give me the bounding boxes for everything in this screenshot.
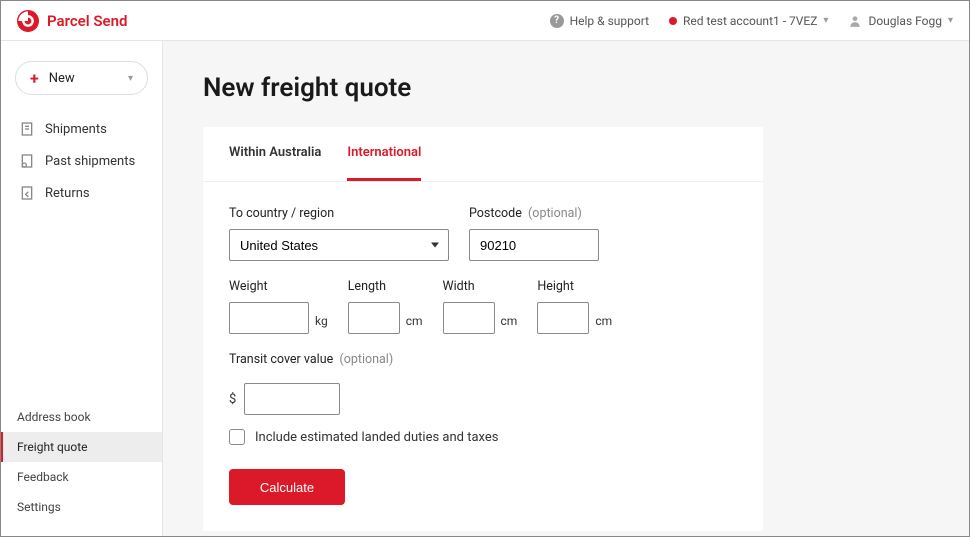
sidebar: + New ▾ Shipments Past shipments Returns… <box>1 41 163 536</box>
weight-unit: kg <box>315 314 328 334</box>
help-label: Help & support <box>570 14 649 28</box>
tabs: Within Australia International <box>203 127 763 182</box>
length-label: Length <box>348 279 423 294</box>
duties-checkbox-row[interactable]: Include estimated landed duties and taxe… <box>229 429 737 445</box>
sidebar-item-shipments[interactable]: Shipments <box>1 113 162 145</box>
sidebar-item-label: Shipments <box>45 122 107 137</box>
sidebar-item-label: Returns <box>45 186 90 201</box>
user-menu[interactable]: Douglas Fogg ▾ <box>848 14 953 28</box>
height-unit: cm <box>595 314 612 334</box>
postcode-field: Postcode (optional) <box>469 206 599 261</box>
country-select[interactable]: United States <box>229 229 449 261</box>
page-title: New freight quote <box>203 73 929 103</box>
help-support-link[interactable]: ? Help & support <box>550 14 649 28</box>
weight-label: Weight <box>229 279 328 294</box>
height-field: Height cm <box>537 279 612 334</box>
document-icon <box>19 121 35 137</box>
sidebar-item-label: Past shipments <box>45 154 135 169</box>
new-button[interactable]: + New ▾ <box>15 61 148 95</box>
new-label: New <box>39 71 128 86</box>
brand[interactable]: Parcel Send <box>17 10 127 32</box>
user-icon <box>848 14 862 28</box>
length-field: Length cm <box>348 279 423 334</box>
width-input[interactable] <box>443 302 495 334</box>
transit-cover-input[interactable] <box>244 383 340 415</box>
sidebar-item-settings[interactable]: Settings <box>1 492 162 522</box>
postcode-input[interactable] <box>469 229 599 261</box>
brand-logo-icon <box>17 10 39 32</box>
weight-field: Weight kg <box>229 279 328 334</box>
quote-card: Within Australia International To countr… <box>203 127 763 531</box>
tab-international[interactable]: International <box>347 127 421 181</box>
checkbox-icon <box>229 429 245 445</box>
sidebar-item-address-book[interactable]: Address book <box>1 402 162 432</box>
brand-name: Parcel Send <box>47 12 127 30</box>
tab-within-australia[interactable]: Within Australia <box>229 127 321 181</box>
length-input[interactable] <box>348 302 400 334</box>
postcode-label: Postcode (optional) <box>469 206 599 221</box>
sidebar-bottom-nav: Address book Freight quote Feedback Sett… <box>1 402 162 536</box>
account-status-dot-icon <box>669 17 677 25</box>
sidebar-item-past-shipments[interactable]: Past shipments <box>1 145 162 177</box>
currency-sign: $ <box>229 392 236 407</box>
height-input[interactable] <box>537 302 589 334</box>
sidebar-item-returns[interactable]: Returns <box>1 177 162 209</box>
calculate-button[interactable]: Calculate <box>229 469 345 505</box>
duties-label: Include estimated landed duties and taxe… <box>255 430 498 445</box>
chevron-down-icon: ▾ <box>823 15 828 26</box>
top-bar: Parcel Send ? Help & support Red test ac… <box>1 1 969 41</box>
top-actions: ? Help & support Red test account1 - 7VE… <box>550 14 953 28</box>
width-unit: cm <box>501 314 518 334</box>
cover-label: Transit cover value (optional) <box>229 352 737 367</box>
sidebar-item-freight-quote[interactable]: Freight quote <box>1 432 162 462</box>
width-field: Width cm <box>443 279 518 334</box>
help-icon: ? <box>550 14 564 28</box>
form-body: To country / region United States Postco… <box>203 182 763 531</box>
plus-icon: + <box>30 69 39 88</box>
length-unit: cm <box>406 314 423 334</box>
weight-input[interactable] <box>229 302 309 334</box>
history-icon <box>19 153 35 169</box>
sidebar-item-feedback[interactable]: Feedback <box>1 462 162 492</box>
chevron-down-icon: ▾ <box>128 73 133 84</box>
account-switcher[interactable]: Red test account1 - 7VEZ ▾ <box>669 14 828 28</box>
country-field: To country / region United States <box>229 206 449 261</box>
width-label: Width <box>443 279 518 294</box>
height-label: Height <box>537 279 612 294</box>
user-name: Douglas Fogg <box>868 14 942 28</box>
account-name: Red test account1 - 7VEZ <box>683 14 817 28</box>
country-label: To country / region <box>229 206 449 221</box>
main-content: New freight quote Within Australia Inter… <box>163 41 969 536</box>
return-icon <box>19 185 35 201</box>
chevron-down-icon: ▾ <box>948 15 953 26</box>
